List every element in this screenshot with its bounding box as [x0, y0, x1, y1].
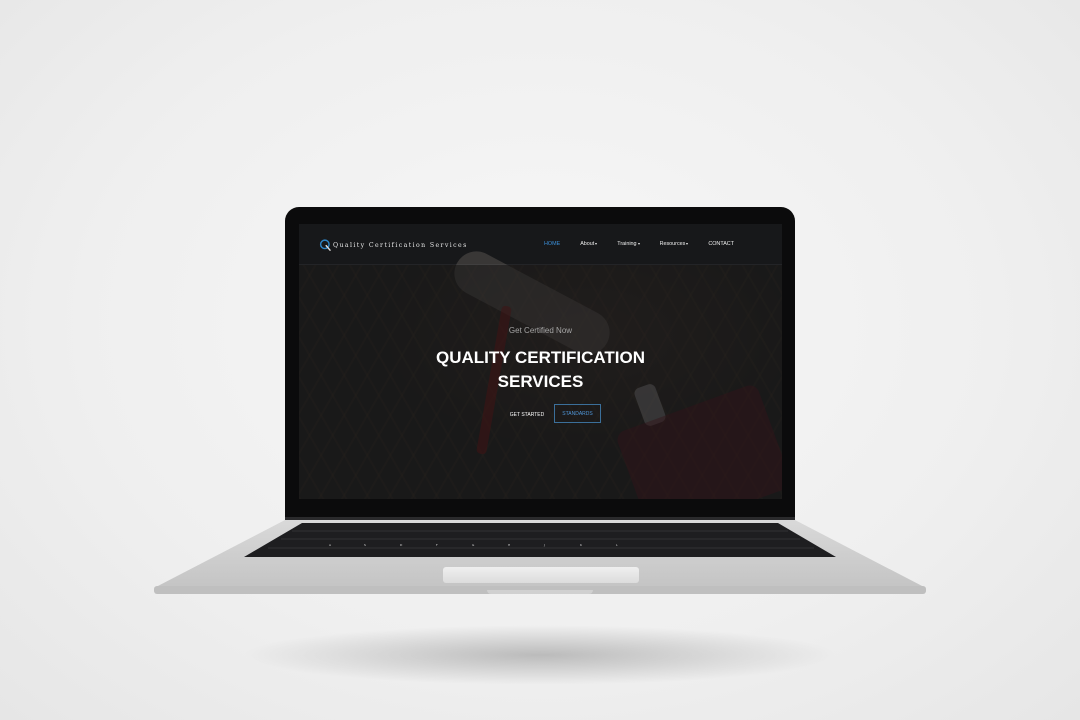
- site-navbar: Quality Certification Services HOME Abou…: [299, 224, 782, 265]
- nav-contact-label: CONTACT: [708, 241, 734, 247]
- nav-about[interactable]: About: [580, 241, 598, 247]
- laptop-notch: [487, 590, 593, 594]
- nav-resources[interactable]: Resources: [660, 241, 689, 247]
- nav-resources-label: Resources: [659, 241, 686, 247]
- site-logo[interactable]: Quality Certification Services: [319, 237, 468, 253]
- svg-text:F: F: [436, 543, 438, 547]
- brand-name: Quality Certification Services: [333, 241, 468, 249]
- nav-training[interactable]: Training: [617, 241, 640, 247]
- chevron-down-icon: [595, 243, 598, 245]
- laptop-base: ASD FGH JKL: [154, 520, 926, 594]
- get-started-button[interactable]: GET STARTED: [504, 406, 550, 424]
- nav-training-label: Training: [617, 241, 637, 247]
- hero-title-line-2: SERVICES: [497, 372, 584, 391]
- hero-section: Get Certified Now QUALITY CERTIFICATION …: [299, 243, 782, 499]
- nav-contact[interactable]: CONTACT: [708, 241, 734, 247]
- hero-title: QUALITY CERTIFICATION SERVICES: [299, 346, 782, 394]
- standards-button[interactable]: STANDARDS: [554, 404, 601, 423]
- nav-menu: HOME About Training Resources CONTACT: [544, 241, 754, 247]
- nav-home-label: HOME: [544, 241, 561, 247]
- laptop-trackpad: [443, 567, 639, 583]
- svg-text:J: J: [543, 543, 545, 547]
- nav-about-label: About: [580, 241, 595, 247]
- hero-title-line-1: QUALITY CERTIFICATION: [435, 348, 646, 367]
- svg-text:H: H: [508, 543, 510, 547]
- chevron-down-icon: [686, 243, 689, 245]
- logo-q-icon: [319, 239, 331, 251]
- laptop-shadow: [240, 625, 840, 685]
- laptop-screen: Quality Certification Services HOME Abou…: [299, 224, 782, 499]
- hero-kicker: Get Certified Now: [508, 326, 573, 335]
- svg-text:S: S: [364, 543, 366, 547]
- nav-home[interactable]: HOME: [544, 241, 560, 247]
- chevron-down-icon: [637, 243, 640, 245]
